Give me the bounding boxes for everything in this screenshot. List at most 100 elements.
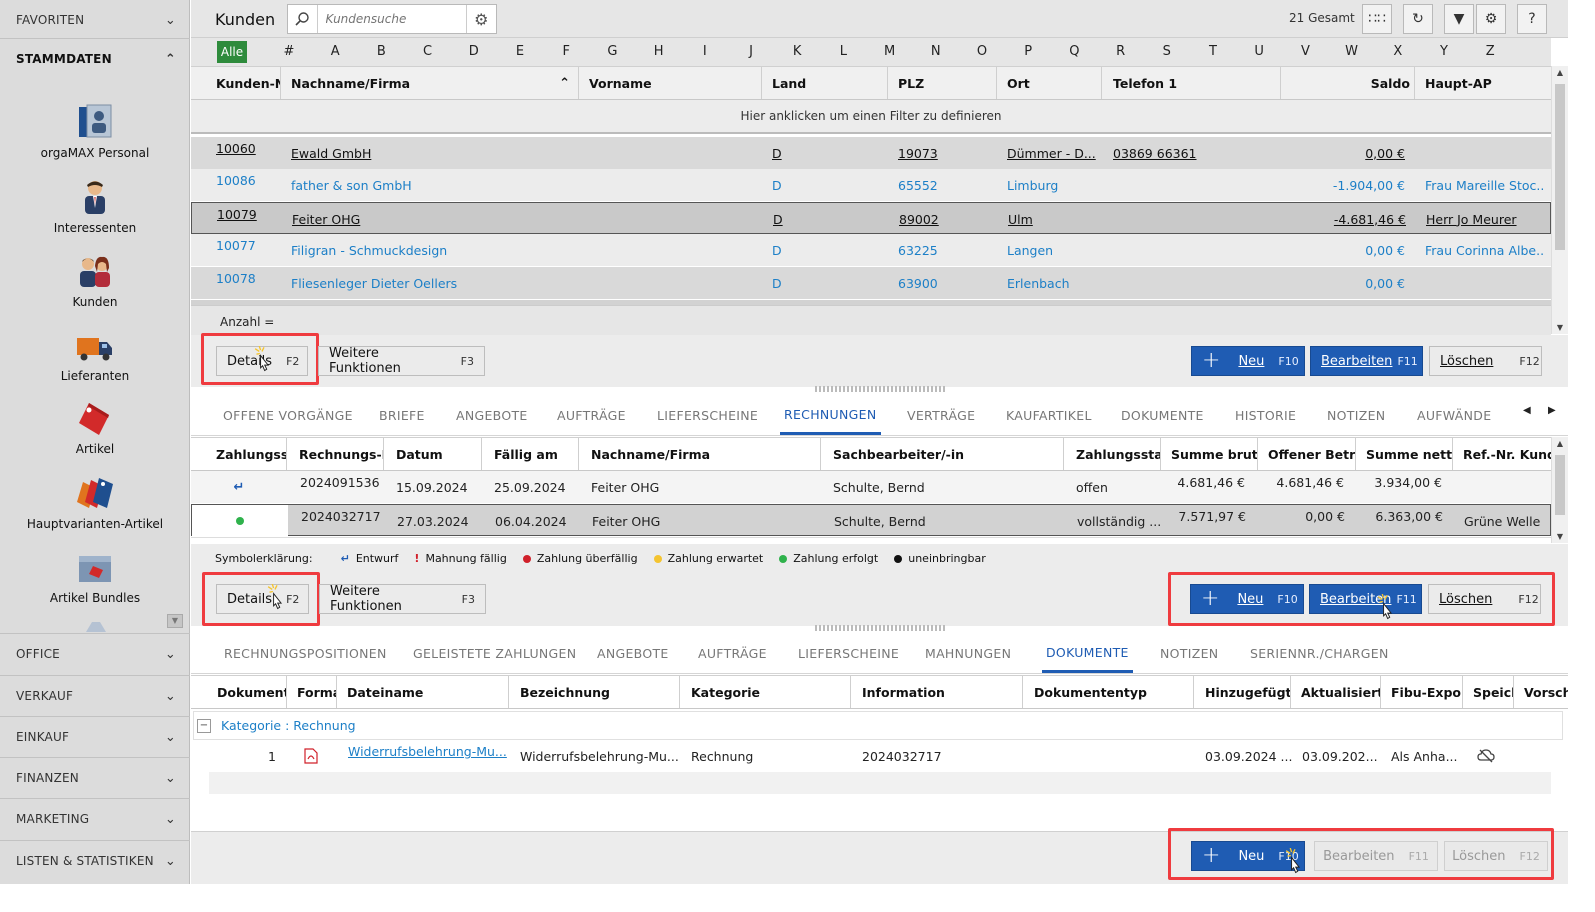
alphabet-letter[interactable]: D (464, 44, 484, 59)
gear-icon[interactable]: ⚙ (465, 5, 496, 33)
col-kunden-nr[interactable]: Kunden-N (191, 67, 281, 99)
splitter-handle[interactable] (815, 625, 945, 631)
tab-briefe[interactable]: BRIEFE (379, 396, 425, 435)
tab-seriennr-chargen[interactable]: SERIENNR./CHARGEN (1250, 634, 1389, 673)
col-zahlungsstatus-text[interactable]: Zahlungsstatu (1064, 438, 1161, 470)
col-zahlungsstatus[interactable]: Zahlungssta (191, 438, 287, 470)
settings-button[interactable]: ⚙ (1476, 4, 1506, 34)
grid-view-button[interactable]: ∷∷ (1362, 4, 1392, 34)
sidebar-section-einkauf[interactable]: EINKAUF ⌄ (0, 717, 190, 757)
col-dokumententyp[interactable]: Dokumententyp (1023, 676, 1194, 708)
collapse-icon[interactable]: − (197, 718, 211, 733)
splitter-handle[interactable] (815, 386, 945, 392)
tab-mahnungen[interactable]: MAHNUNGEN (925, 634, 1011, 673)
table-row[interactable]: 10086 father & son GmbH D 65552 Limburg -1.90… (191, 169, 1551, 201)
table-row[interactable]: 2024032717 27.03.2024 06.04.2024 Feiter OHG… (191, 504, 1551, 537)
col-summe-netto[interactable]: Summe netto (1356, 438, 1453, 470)
col-ort[interactable]: Ort (997, 67, 1102, 99)
alphabet-letter[interactable]: K (787, 44, 807, 59)
alphabet-letter[interactable]: W (1342, 44, 1362, 59)
table-row[interactable]: ↵ 2024091536 15.09.2024 25.09.2024 Feiter OH… (191, 471, 1551, 503)
col-haupt-ap[interactable]: Haupt-AP (1415, 67, 1551, 99)
alphabet-letter[interactable]: N (926, 44, 946, 59)
invoices-scrollbar[interactable]: ▲ ▼ (1551, 437, 1568, 543)
bearbeiten-button[interactable]: Bearbeiten F11 (1310, 346, 1423, 376)
tab-notizen[interactable]: NOTIZEN (1327, 396, 1385, 435)
col-dokumente[interactable]: Dokumente (191, 676, 287, 708)
alphabet-letter[interactable]: C (418, 44, 438, 59)
alphabet-letter[interactable]: B (371, 44, 391, 59)
col-offener-betrag[interactable]: Offener Betrag (1258, 438, 1356, 470)
col-vorschau[interactable]: Vorsch (1514, 676, 1568, 708)
filter-button[interactable]: ▼ (1444, 4, 1474, 34)
weitere-funktionen-button[interactable]: Weitere Funktionen F3 (319, 584, 486, 614)
alphabet-letter[interactable]: F (556, 44, 576, 59)
scroll-up-icon[interactable]: ▲ (1552, 68, 1568, 77)
tab-lieferscheine[interactable]: LIEFERSCHEINE (798, 634, 899, 673)
tab-dokumente[interactable]: DOKUMENTE (1042, 634, 1133, 673)
sidebar-item-artikel[interactable]: Artikel (0, 399, 190, 456)
sidebar-section-office[interactable]: OFFICE ⌄ (0, 634, 190, 674)
col-telefon[interactable]: Telefon 1 (1102, 67, 1281, 99)
table-row[interactable]: 10077 Filigran - Schmuckdesign D 63225 Lange… (191, 234, 1551, 266)
scroll-thumb[interactable] (1555, 455, 1565, 515)
col-summe-brutto[interactable]: Summe brutto (1161, 438, 1258, 470)
alphabet-letter[interactable]: G (602, 44, 622, 59)
col-ref-nr[interactable]: Ref.-Nr. Kunde (1453, 438, 1551, 470)
col-nachname[interactable]: Nachname/Firma (579, 438, 821, 470)
tab-auftr-ge[interactable]: AUFTRÄGE (557, 396, 626, 435)
col-format[interactable]: Forma (287, 676, 337, 708)
scroll-up-icon[interactable]: ▲ (1552, 439, 1568, 448)
col-speicher[interactable]: Speich (1463, 676, 1514, 708)
filter-hint-row[interactable]: Hier anklicken um einen Filter zu defini… (191, 100, 1551, 134)
group-row[interactable]: − Kategorie : Rechnung (193, 711, 1563, 740)
tab-scroll-left-icon[interactable]: ◀ (1523, 405, 1531, 416)
table-row[interactable]: 10060 Ewald GmbH D 19073 Dümmer - D... 03869 … (191, 137, 1551, 169)
alphabet-letter[interactable]: Q (1064, 44, 1084, 59)
scroll-thumb[interactable] (1555, 84, 1565, 250)
alphabet-letter[interactable]: R (1111, 44, 1131, 59)
col-saldo[interactable]: Saldo (1281, 67, 1415, 99)
col-kategorie[interactable]: Kategorie (680, 676, 851, 708)
alphabet-letter[interactable]: M (880, 44, 900, 59)
col-faellig[interactable]: Fällig am (482, 438, 579, 470)
col-dateiname[interactable]: Dateiname (337, 676, 509, 708)
help-button[interactable]: ? (1517, 4, 1547, 34)
tab-rechnungen[interactable]: RECHNUNGEN (780, 396, 881, 435)
table-row[interactable]: 1 Widerrufsbelehrung-Mu... Widerrufsbelehr… (209, 740, 1551, 772)
col-rechnungs-nr[interactable]: Rechnungs-Nr (287, 438, 384, 470)
sidebar-item-lieferanten[interactable]: Lieferanten (0, 326, 190, 383)
alphabet-all-button[interactable]: Alle (217, 41, 247, 63)
refresh-button[interactable]: ↻ (1403, 4, 1433, 34)
alphabet-letter[interactable]: I (695, 44, 715, 59)
sidebar-section-listen[interactable]: LISTEN & STATISTIKEN ⌄ (0, 841, 190, 881)
tab-historie[interactable]: HISTORIE (1235, 396, 1296, 435)
alphabet-letter[interactable]: U (1249, 44, 1269, 59)
col-nachname[interactable]: Nachname/Firma ⌃ (281, 67, 579, 99)
sidebar-section-finanzen[interactable]: FINANZEN ⌄ (0, 758, 190, 798)
scroll-down-icon[interactable]: ▼ (1552, 532, 1568, 541)
col-hinzugefuegt[interactable]: Hinzugefügt a (1194, 676, 1291, 708)
sidebar-scroll-down[interactable]: ▼ (167, 614, 183, 628)
alphabet-letter[interactable]: J (741, 44, 761, 59)
alphabet-letter[interactable]: H (649, 44, 669, 59)
tab-lieferscheine[interactable]: LIEFERSCHEINE (657, 396, 758, 435)
tab-auftr-ge[interactable]: AUFTRÄGE (698, 634, 767, 673)
table-row[interactable]: 10078 Fliesenleger Dieter Oellers D 63900 Er… (191, 267, 1551, 299)
alphabet-letter[interactable]: E (510, 44, 530, 59)
weitere-funktionen-button[interactable]: Weitere Funktionen F3 (318, 346, 485, 376)
col-plz[interactable]: PLZ (888, 67, 997, 99)
tab-aufw-nde[interactable]: AUFWÄNDE (1417, 396, 1491, 435)
search-icon[interactable] (288, 5, 318, 33)
alphabet-letter[interactable]: Z (1480, 44, 1500, 59)
sidebar-item-bundles[interactable]: Artikel Bundles (0, 548, 190, 605)
sidebar-section-favoriten[interactable]: FAVORITEN ⌄ (0, 0, 190, 40)
loeschen-button[interactable]: Löschen F12 (1429, 346, 1542, 376)
alphabet-letter[interactable]: # (279, 44, 299, 59)
sidebar-item-hauptvarianten[interactable]: Hauptvarianten-Artikel (0, 474, 190, 531)
col-bezeichnung[interactable]: Bezeichnung (509, 676, 680, 708)
cell-file[interactable]: Widerrufsbelehrung-Mu... (348, 744, 507, 759)
tab-angebote[interactable]: ANGEBOTE (456, 396, 528, 435)
col-aktualisiert[interactable]: Aktualisiert a (1291, 676, 1381, 708)
table-row[interactable]: 10079 Feiter OHG D 89002 Ulm -4.681,46 € Herr … (191, 202, 1551, 234)
